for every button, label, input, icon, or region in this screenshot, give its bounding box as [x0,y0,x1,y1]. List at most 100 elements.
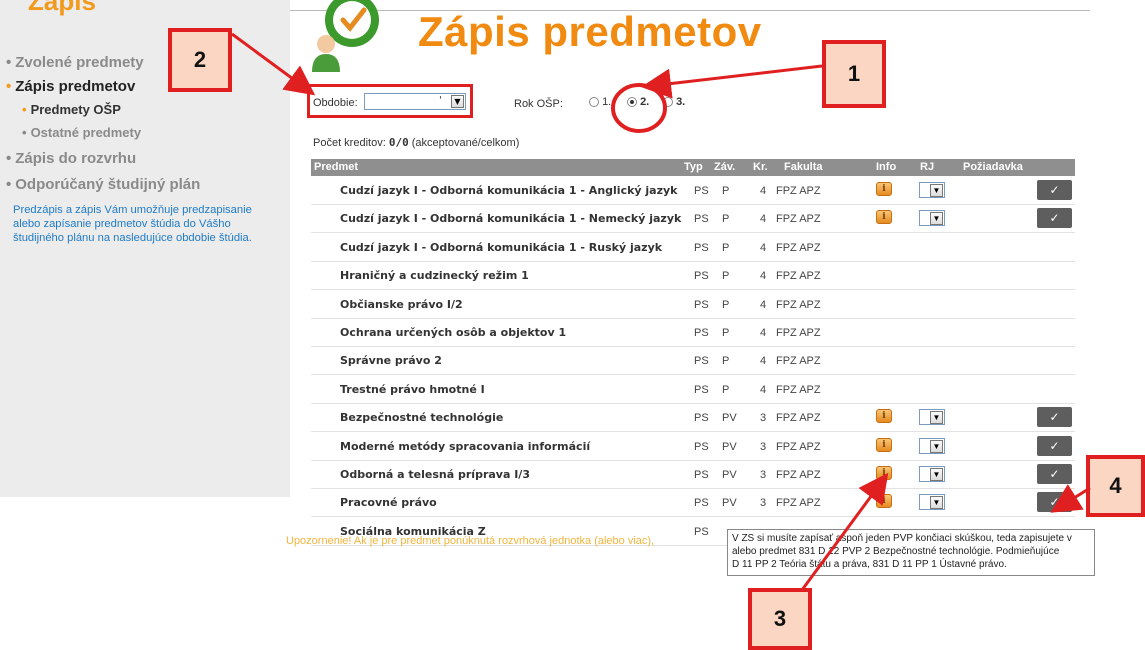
course-type: PS [694,440,709,453]
rj-select[interactable]: ▼ [919,494,945,511]
chevron-down-icon[interactable]: ▼ [930,184,943,197]
sidebar-item-label: Odporúčaný študijný plán [15,176,201,193]
sidebar-item-label: Zvolené predmety [15,54,144,71]
kredity-value: 0/0 [388,136,409,149]
warning-text: Upozornenie! Ak je pre predmet ponúknutá… [286,535,655,547]
column-header: Fakulta [784,161,823,173]
table-row: Moderné metódy spracovania informácií PS P… [311,433,1075,461]
column-header: RJ [920,161,935,173]
sidebar-item-zapis-do-rozvrhu[interactable]: • Zápis do rozvrhu [6,150,296,167]
course-faculty: FPZ APZ [776,497,821,510]
rj-select[interactable]: ▼ [919,437,945,454]
course-name: Odborná a telesná príprava I/3 [340,468,530,481]
info-icon[interactable]: i [876,182,892,196]
confirm-checkmark-button[interactable]: ✓ [1037,208,1072,229]
course-name: Cudzí jazyk I - Odborná komunikácia 1 - … [340,240,663,254]
confirm-checkmark-button[interactable]: ✓ [1037,464,1072,484]
table-row: Cudzí jazyk I - Odborná komunikácia 1 - … [311,177,1075,205]
sidebar-info-text: Predzápis a zápis Vám umožňuje predzapis… [13,203,289,245]
course-name: Hraničný a cudzinecký režim 1 [340,269,529,283]
course-name: Správne právo 2 [340,354,442,368]
rj-select[interactable]: ▼ [919,466,945,482]
course-name: Bezpečnostné technológie [340,411,504,425]
course-completion: P [722,355,730,368]
chevron-down-icon[interactable]: ▼ [930,439,943,453]
info-icon[interactable]: i [876,210,892,225]
course-name: Ochrana určených osôb a objektov 1 [340,326,567,339]
course-name: Pracovné právo [340,496,437,510]
course-name: Cudzí jazyk I - Odborná komunikácia 1 - … [340,212,682,226]
course-faculty: FPZ APZ [776,213,821,226]
info-icon[interactable]: i [876,466,892,480]
bullet-icon: • [22,125,27,140]
course-credits: 4 [760,327,767,339]
sidebar-item-predmety-osp[interactable]: • Predmety OŠP [22,102,312,117]
bullet-icon: • [6,176,12,193]
course-faculty: FPZ APZ [776,469,821,481]
confirm-checkmark-button[interactable]: ✓ [1037,492,1072,513]
radio-button[interactable] [589,97,599,108]
radio-button-checked[interactable] [627,97,637,108]
course-type: PS [694,213,709,226]
column-header: Predmet [314,161,359,173]
sidebar-item-zapis-predmetov[interactable]: • Zápis predmetov [6,78,296,95]
rok-radio-3[interactable]: 3. [663,96,685,108]
course-credits: 3 [760,412,767,425]
table-row: Hraničný a cudzinecký režim 1 PS P 4 FPZ APZ [311,262,1075,291]
course-type: PS [694,412,709,425]
table-row: Trestné právo hmotné I PS P 4 FPZ APZ [311,376,1075,404]
bullet-icon: • [6,54,12,71]
page-title: Zápis predmetov [418,8,762,55]
table-row: Bezpečnostné technológie PS PV 3 FPZ APZ i ▼ ✓ [311,404,1075,433]
info-icon[interactable]: i [876,494,892,509]
chevron-down-icon[interactable]: ▼ [930,468,943,481]
rok-radio-2[interactable]: 2. [627,96,649,108]
course-completion: P [722,327,730,339]
course-completion: P [722,185,730,197]
chevron-down-icon[interactable]: ▼ [930,496,943,510]
course-type: PS [694,383,709,396]
confirm-checkmark-button[interactable]: ✓ [1037,435,1072,456]
callout-1: 1 [822,40,886,108]
course-completion: PV [722,469,737,481]
sidebar-info-line: študijného plánu na nasledujúce obdobie … [13,232,252,244]
rj-select[interactable]: ▼ [919,182,945,198]
rok-option-label: 1. [602,96,612,108]
sidebar-item-label: Zápis do rozvrhu [15,150,137,167]
course-type: PS [694,525,709,538]
column-header: Záv. [714,161,736,173]
course-credits: 3 [760,469,767,481]
chevron-down-icon[interactable]: ▼ [930,411,943,425]
sidebar-item-zvolene-predmety[interactable]: • Zvolené predmety [6,54,296,71]
kredity-label: Počet kreditov: [313,137,386,149]
course-name: Moderné metódy spracovania informácií [340,439,591,453]
table-row: Odborná a telesná príprava I/3 PS PV 3 FPZ A… [311,461,1075,489]
radio-button[interactable] [663,97,673,108]
info-tooltip: V ZS si musíte zapísať aspoň jeden PVP k… [727,529,1095,576]
column-header: Info [876,161,897,173]
course-faculty: FPZ APZ [776,298,821,311]
rj-select[interactable]: ▼ [919,210,945,227]
course-credits: 4 [760,355,767,368]
info-icon[interactable]: i [876,409,892,424]
column-header: Kr. [753,161,768,173]
sidebar-item-ostatne-predmety[interactable]: • Ostatné predmety [22,125,312,140]
table-row: Cudzí jazyk I - Odborná komunikácia 1 - … [311,234,1075,262]
sidebar-item-odporucany-plan[interactable]: • Odporúčaný študijný plán [6,176,296,193]
chevron-down-icon[interactable]: ▼ [930,212,943,226]
tooltip-line: D 11 PP 2 Teória štátu a práva, 831 D 11… [732,559,1007,570]
confirm-checkmark-button[interactable]: ✓ [1037,407,1072,428]
info-icon[interactable]: i [876,437,892,452]
rj-select[interactable]: ▼ [919,409,945,426]
course-completion: P [722,241,730,254]
table-row: Pracovné právo PS PV 3 FPZ APZ i ▼ ✓ [311,489,1075,518]
course-faculty: FPZ APZ [776,241,821,254]
course-type: PS [694,355,709,368]
tooltip-line: alebo predmet 831 D 12 PVP 2 Bezpečnostn… [732,546,1060,557]
rok-radio-1[interactable]: 1. [589,96,611,108]
table-row: Správne právo 2 PS P 4 FPZ APZ [311,347,1075,376]
sidebar-item-label: Predmety OŠP [30,102,121,117]
table-row: Cudzí jazyk I - Odborná komunikácia 1 - … [311,205,1075,234]
confirm-checkmark-button[interactable]: ✓ [1037,180,1072,200]
sidebar: Zápis • Zvolené predmety • Zápis predmetov… [0,0,290,497]
